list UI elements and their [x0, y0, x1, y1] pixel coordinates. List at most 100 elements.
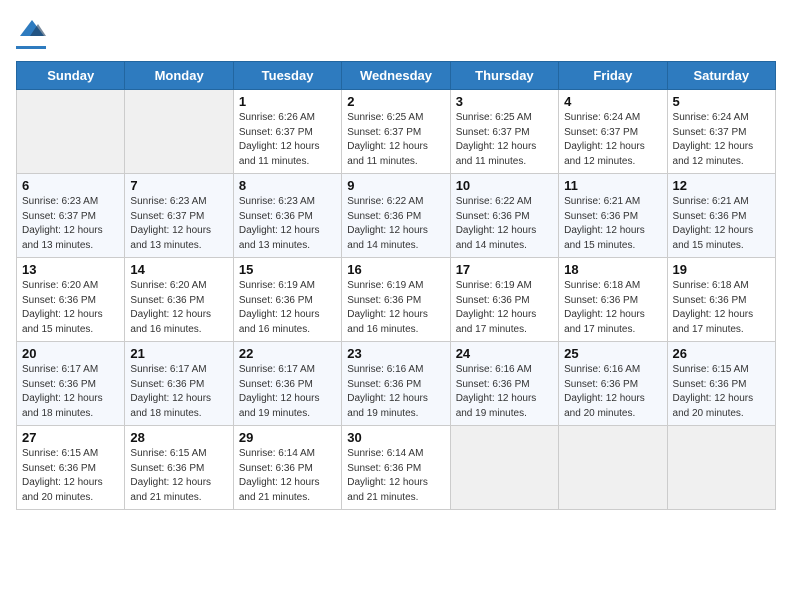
weekday-friday: Friday: [559, 62, 667, 90]
day-info: Sunrise: 6:23 AM Sunset: 6:36 PM Dayligh…: [239, 195, 336, 253]
day-number: 9: [347, 178, 444, 193]
day-info: Sunrise: 6:17 AM Sunset: 6:36 PM Dayligh…: [239, 363, 336, 421]
calendar-table: SundayMondayTuesdayWednesdayThursdayFrid…: [16, 61, 776, 510]
day-info: Sunrise: 6:20 AM Sunset: 6:36 PM Dayligh…: [130, 279, 227, 337]
day-info: Sunrise: 6:17 AM Sunset: 6:36 PM Dayligh…: [130, 363, 227, 421]
calendar-cell: 10 Sunrise: 6:22 AM Sunset: 6:36 PM Dayli…: [450, 174, 558, 258]
calendar-cell: 7 Sunrise: 6:23 AM Sunset: 6:37 PM Daylig…: [125, 174, 233, 258]
calendar-cell: 9 Sunrise: 6:22 AM Sunset: 6:36 PM Daylig…: [342, 174, 450, 258]
day-number: 13: [22, 262, 119, 277]
day-number: 28: [130, 430, 227, 445]
calendar-cell: 11 Sunrise: 6:21 AM Sunset: 6:36 PM Dayli…: [559, 174, 667, 258]
day-number: 6: [22, 178, 119, 193]
calendar-cell: 20Sunrise: 6:17 AM Sunset: 6:36 PM Dayli…: [17, 342, 125, 426]
day-info: Sunrise: 6:18 AM Sunset: 6:36 PM Dayligh…: [673, 279, 770, 337]
day-info: Sunrise: 6:14 AM Sunset: 6:36 PM Dayligh…: [239, 447, 336, 505]
calendar-body: 1 Sunrise: 6:26 AM Sunset: 6:37 PM Daylig…: [17, 90, 776, 510]
day-number: 25: [564, 346, 661, 361]
calendar-header: SundayMondayTuesdayWednesdayThursdayFrid…: [17, 62, 776, 90]
day-number: 1: [239, 94, 336, 109]
day-number: 22: [239, 346, 336, 361]
calendar-cell: [559, 426, 667, 510]
calendar-cell: [125, 90, 233, 174]
weekday-wednesday: Wednesday: [342, 62, 450, 90]
day-number: 18: [564, 262, 661, 277]
calendar-cell: 19 Sunrise: 6:18 AM Sunset: 6:36 PM Dayli…: [667, 258, 775, 342]
calendar-week-5: 27 Sunrise: 6:15 AM Sunset: 6:36 PM Dayli…: [17, 426, 776, 510]
day-info: Sunrise: 6:23 AM Sunset: 6:37 PM Dayligh…: [22, 195, 119, 253]
logo: [16, 16, 46, 49]
day-info: Sunrise: 6:15 AM Sunset: 6:36 PM Dayligh…: [22, 447, 119, 505]
calendar-cell: 8 Sunrise: 6:23 AM Sunset: 6:36 PM Daylig…: [233, 174, 341, 258]
calendar-cell: 26 Sunrise: 6:15 AM Sunset: 6:36 PM Dayli…: [667, 342, 775, 426]
day-info: Sunrise: 6:15 AM Sunset: 6:36 PM Dayligh…: [130, 447, 227, 505]
day-info: Sunrise: 6:24 AM Sunset: 6:37 PM Dayligh…: [564, 111, 661, 169]
weekday-tuesday: Tuesday: [233, 62, 341, 90]
calendar-cell: 24 Sunrise: 6:16 AM Sunset: 6:36 PM Dayli…: [450, 342, 558, 426]
calendar-cell: 23 Sunrise: 6:16 AM Sunset: 6:36 PM Dayli…: [342, 342, 450, 426]
day-info: Sunrise: 6:25 AM Sunset: 6:37 PM Dayligh…: [456, 111, 553, 169]
calendar-cell: 22 Sunrise: 6:17 AM Sunset: 6:36 PM Dayli…: [233, 342, 341, 426]
day-number: 10: [456, 178, 553, 193]
calendar-cell: 30Sunrise: 6:14 AM Sunset: 6:36 PM Dayli…: [342, 426, 450, 510]
day-number: 5: [673, 94, 770, 109]
calendar-cell: 27 Sunrise: 6:15 AM Sunset: 6:36 PM Dayli…: [17, 426, 125, 510]
day-number: 7: [130, 178, 227, 193]
day-number: 15: [239, 262, 336, 277]
day-info: Sunrise: 6:22 AM Sunset: 6:36 PM Dayligh…: [347, 195, 444, 253]
calendar-cell: 6 Sunrise: 6:23 AM Sunset: 6:37 PM Daylig…: [17, 174, 125, 258]
calendar-cell: 14 Sunrise: 6:20 AM Sunset: 6:36 PM Dayli…: [125, 258, 233, 342]
calendar-cell: 18 Sunrise: 6:18 AM Sunset: 6:36 PM Dayli…: [559, 258, 667, 342]
calendar-cell: 15Sunrise: 6:19 AM Sunset: 6:36 PM Dayli…: [233, 258, 341, 342]
calendar-week-1: 1 Sunrise: 6:26 AM Sunset: 6:37 PM Daylig…: [17, 90, 776, 174]
calendar-cell: 28 Sunrise: 6:15 AM Sunset: 6:36 PM Dayli…: [125, 426, 233, 510]
weekday-saturday: Saturday: [667, 62, 775, 90]
day-info: Sunrise: 6:20 AM Sunset: 6:36 PM Dayligh…: [22, 279, 119, 337]
day-info: Sunrise: 6:24 AM Sunset: 6:37 PM Dayligh…: [673, 111, 770, 169]
logo-underline: [16, 46, 46, 49]
day-number: 11: [564, 178, 661, 193]
calendar-cell: 5 Sunrise: 6:24 AM Sunset: 6:37 PM Daylig…: [667, 90, 775, 174]
day-info: Sunrise: 6:14 AM Sunset: 6:36 PM Dayligh…: [347, 447, 444, 505]
calendar-cell: 16 Sunrise: 6:19 AM Sunset: 6:36 PM Dayli…: [342, 258, 450, 342]
weekday-header-row: SundayMondayTuesdayWednesdayThursdayFrid…: [17, 62, 776, 90]
day-info: Sunrise: 6:16 AM Sunset: 6:36 PM Dayligh…: [347, 363, 444, 421]
day-info: Sunrise: 6:19 AM Sunset: 6:36 PM Dayligh…: [456, 279, 553, 337]
day-info: Sunrise: 6:25 AM Sunset: 6:37 PM Dayligh…: [347, 111, 444, 169]
day-info: Sunrise: 6:19 AM Sunset: 6:36 PM Dayligh…: [347, 279, 444, 337]
logo-icon: [18, 16, 46, 44]
day-number: 19: [673, 262, 770, 277]
calendar-cell: 29 Sunrise: 6:14 AM Sunset: 6:36 PM Dayli…: [233, 426, 341, 510]
day-number: 2: [347, 94, 444, 109]
day-info: Sunrise: 6:26 AM Sunset: 6:37 PM Dayligh…: [239, 111, 336, 169]
day-number: 16: [347, 262, 444, 277]
day-info: Sunrise: 6:16 AM Sunset: 6:36 PM Dayligh…: [564, 363, 661, 421]
day-number: 4: [564, 94, 661, 109]
weekday-sunday: Sunday: [17, 62, 125, 90]
day-number: 14: [130, 262, 227, 277]
calendar-cell: 2 Sunrise: 6:25 AM Sunset: 6:37 PM Daylig…: [342, 90, 450, 174]
calendar-cell: [17, 90, 125, 174]
calendar-week-4: 20Sunrise: 6:17 AM Sunset: 6:36 PM Dayli…: [17, 342, 776, 426]
day-number: 12: [673, 178, 770, 193]
header: [16, 16, 776, 49]
day-number: 27: [22, 430, 119, 445]
day-number: 23: [347, 346, 444, 361]
day-info: Sunrise: 6:15 AM Sunset: 6:36 PM Dayligh…: [673, 363, 770, 421]
calendar-cell: 1 Sunrise: 6:26 AM Sunset: 6:37 PM Daylig…: [233, 90, 341, 174]
calendar-cell: 13 Sunrise: 6:20 AM Sunset: 6:36 PM Dayli…: [17, 258, 125, 342]
day-info: Sunrise: 6:18 AM Sunset: 6:36 PM Dayligh…: [564, 279, 661, 337]
day-number: 29: [239, 430, 336, 445]
weekday-monday: Monday: [125, 62, 233, 90]
day-info: Sunrise: 6:16 AM Sunset: 6:36 PM Dayligh…: [456, 363, 553, 421]
day-info: Sunrise: 6:22 AM Sunset: 6:36 PM Dayligh…: [456, 195, 553, 253]
day-info: Sunrise: 6:23 AM Sunset: 6:37 PM Dayligh…: [130, 195, 227, 253]
day-number: 26: [673, 346, 770, 361]
calendar-cell: 3Sunrise: 6:25 AM Sunset: 6:37 PM Daylig…: [450, 90, 558, 174]
day-number: 8: [239, 178, 336, 193]
day-info: Sunrise: 6:21 AM Sunset: 6:36 PM Dayligh…: [564, 195, 661, 253]
calendar-cell: 21Sunrise: 6:17 AM Sunset: 6:36 PM Dayli…: [125, 342, 233, 426]
day-number: 24: [456, 346, 553, 361]
calendar-cell: 17Sunrise: 6:19 AM Sunset: 6:36 PM Dayli…: [450, 258, 558, 342]
calendar-cell: [667, 426, 775, 510]
